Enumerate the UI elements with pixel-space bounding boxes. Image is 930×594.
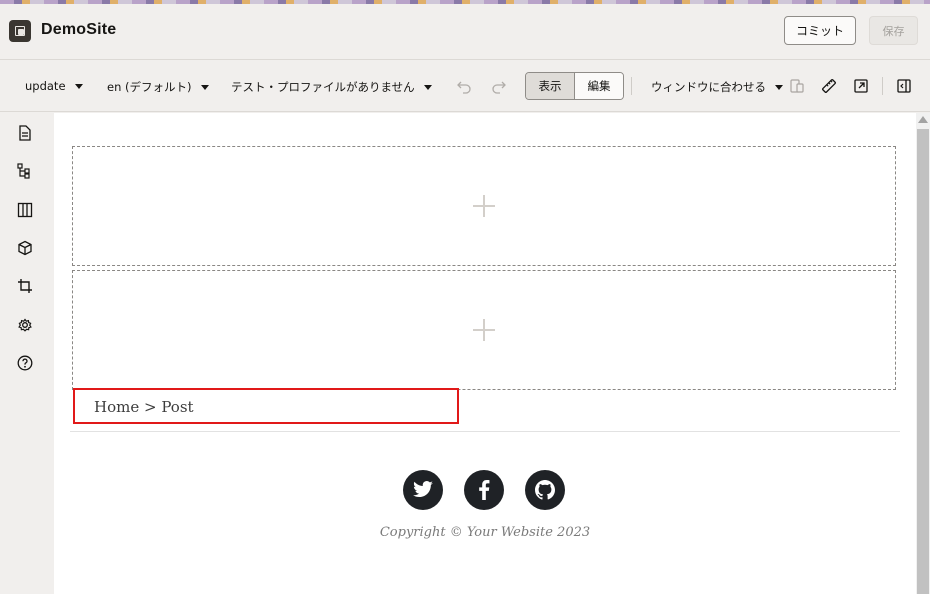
redo-icon[interactable]	[488, 75, 510, 97]
columns-icon[interactable]	[15, 200, 35, 220]
channel-label: update	[25, 79, 66, 93]
chevron-down-icon	[423, 84, 432, 90]
scroll-up-arrow-icon[interactable]	[918, 116, 928, 123]
help-icon[interactable]	[15, 353, 35, 373]
ruler-icon[interactable]	[818, 75, 840, 97]
fit-label: ウィンドウに合わせる	[651, 80, 766, 94]
divider	[882, 77, 883, 95]
fit-dropdown[interactable]: ウィンドウに合わせる	[651, 79, 783, 95]
app-logo-icon	[9, 20, 31, 42]
device-preview-icon[interactable]	[786, 75, 808, 97]
facebook-icon[interactable]	[464, 470, 504, 510]
profile-label: テスト・プロファイルがありません	[231, 80, 415, 94]
chevron-down-icon	[74, 83, 83, 89]
view-edit-toggle: 表示 編集	[525, 72, 624, 100]
empty-slot[interactable]	[72, 146, 896, 266]
cube-icon[interactable]	[15, 238, 35, 258]
gear-icon[interactable]	[15, 315, 35, 335]
app-header: DemoSite コミット 保存	[0, 4, 930, 60]
profile-dropdown[interactable]: テスト・プロファイルがありません	[231, 79, 432, 95]
undo-icon[interactable]	[453, 75, 475, 97]
add-icon[interactable]	[473, 319, 495, 341]
open-external-icon[interactable]	[850, 75, 872, 97]
pages-icon[interactable]	[15, 123, 35, 143]
save-button[interactable]: 保存	[869, 16, 918, 45]
chevron-down-icon	[200, 84, 209, 90]
commit-button[interactable]: コミット	[784, 16, 856, 45]
selection-highlight	[73, 388, 459, 424]
chevron-down-icon	[775, 84, 783, 90]
left-sidebar	[0, 113, 54, 594]
channel-dropdown[interactable]: update	[25, 79, 83, 93]
edit-mode-button[interactable]: 編集	[575, 73, 623, 99]
toolbar: update en (デフォルト) テスト・プロファイルがありません 表示 編集…	[0, 61, 930, 112]
divider	[631, 77, 632, 95]
github-icon[interactable]	[525, 470, 565, 510]
footer-divider	[70, 431, 900, 432]
view-mode-button[interactable]: 表示	[526, 73, 575, 99]
twitter-icon[interactable]	[403, 470, 443, 510]
components-tree-icon[interactable]	[15, 161, 35, 181]
locale-label: en (デフォルト)	[107, 80, 192, 94]
collapse-panel-icon[interactable]	[893, 75, 915, 97]
empty-slot[interactable]	[72, 270, 896, 390]
locale-dropdown[interactable]: en (デフォルト)	[107, 79, 209, 95]
crop-icon[interactable]	[15, 276, 35, 296]
page-canvas: Home > Post Copyright © Your Website 202…	[54, 113, 916, 594]
scrollbar-thumb[interactable]	[917, 129, 929, 594]
add-icon[interactable]	[473, 195, 495, 217]
app-title: DemoSite	[41, 21, 117, 38]
copyright-text: Copyright © Your Website 2023	[379, 525, 591, 540]
